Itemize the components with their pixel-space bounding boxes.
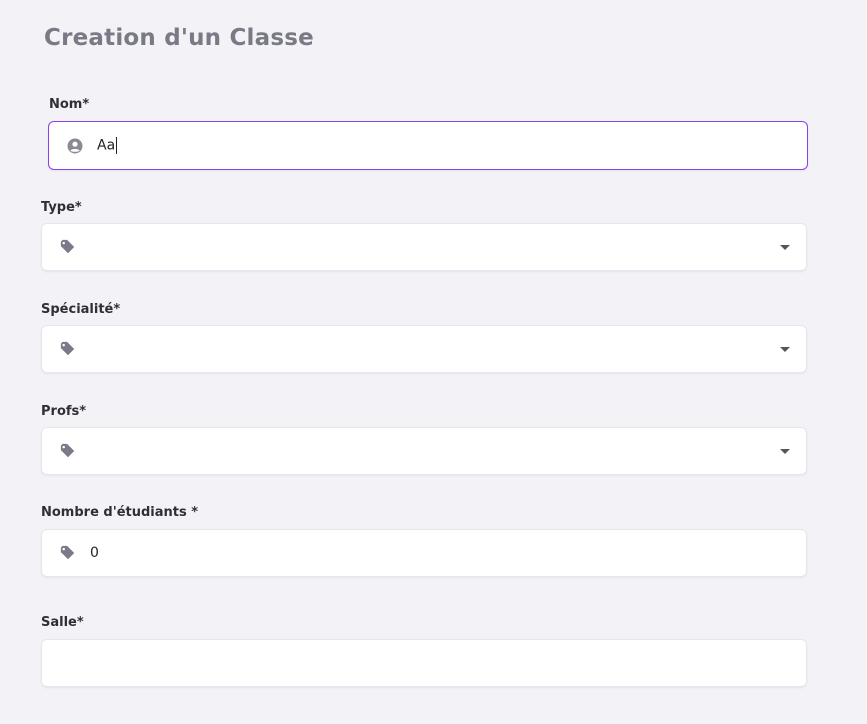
chevron-down-icon[interactable]	[780, 347, 790, 352]
specialite-select[interactable]	[41, 325, 807, 373]
nombre-etudiants-label: Nombre d'étudiants *	[41, 505, 199, 520]
nom-value: Aa	[97, 137, 118, 154]
chevron-down-icon[interactable]	[780, 449, 790, 454]
class-creation-page: Creation d'un Classe Nom* Aa Type* Spéci…	[0, 0, 867, 724]
nombre-etudiants-value: 0	[90, 545, 99, 561]
tag-icon	[60, 443, 76, 459]
nom-label: Nom*	[49, 97, 90, 112]
profs-label: Profs*	[41, 404, 87, 419]
salle-input[interactable]	[41, 639, 807, 687]
tag-icon	[60, 341, 76, 357]
page-title: Creation d'un Classe	[44, 25, 314, 51]
tag-icon	[60, 545, 76, 561]
profs-select[interactable]	[41, 427, 807, 475]
type-label: Type*	[41, 200, 82, 215]
tag-icon	[60, 239, 76, 255]
chevron-down-icon[interactable]	[780, 245, 790, 250]
salle-label: Salle*	[41, 615, 84, 630]
nom-input[interactable]: Aa	[48, 121, 808, 170]
nombre-etudiants-input[interactable]: 0	[41, 529, 807, 577]
user-circle-icon	[67, 138, 83, 154]
specialite-label: Spécialité*	[41, 302, 121, 317]
type-select[interactable]	[41, 223, 807, 271]
text-cursor	[116, 137, 118, 154]
